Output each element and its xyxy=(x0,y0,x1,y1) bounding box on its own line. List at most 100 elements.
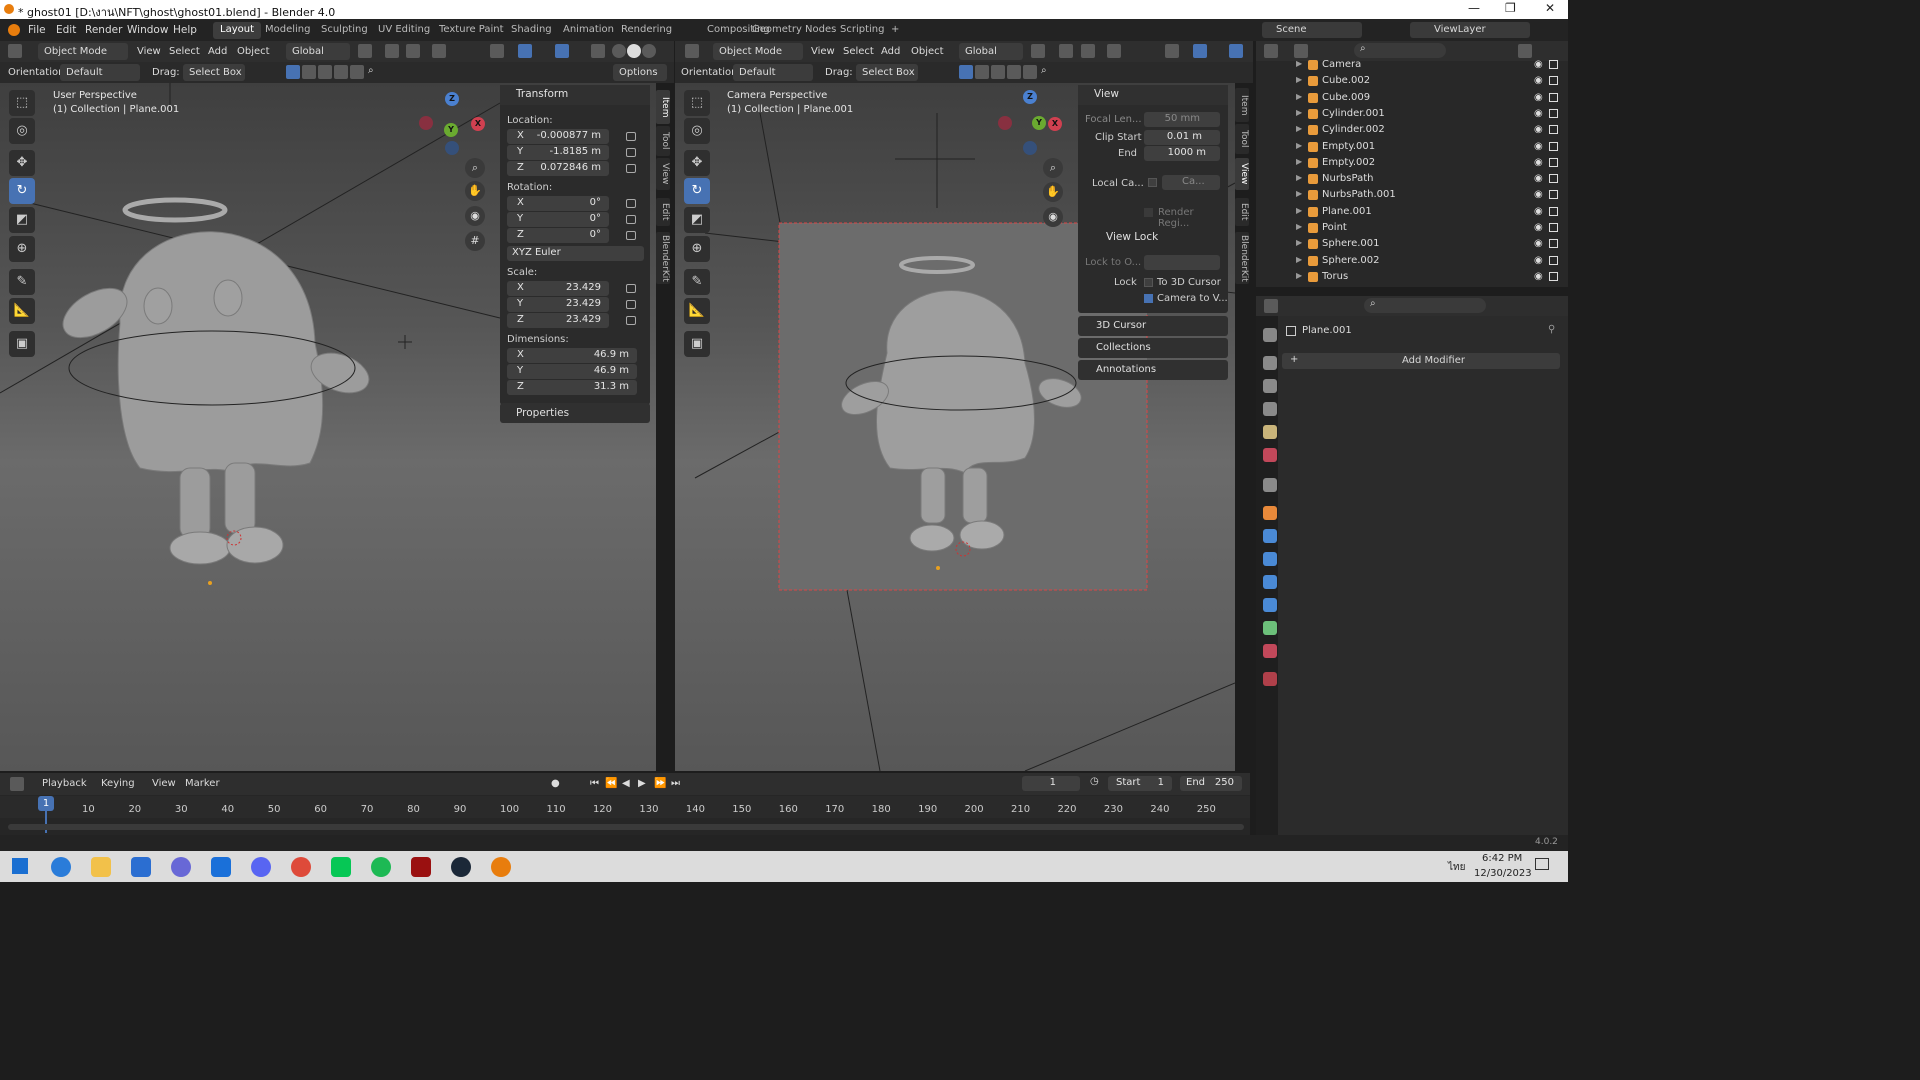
select-mode-intersect-icon[interactable] xyxy=(350,65,364,79)
record-icon[interactable]: ● xyxy=(551,778,560,789)
transform-tool-icon[interactable]: ⊕ xyxy=(9,236,35,262)
select-mode-subtract-icon[interactable] xyxy=(991,65,1005,79)
add-cube-tool-icon[interactable]: ▣ xyxy=(9,331,35,357)
eye-icon[interactable]: ◉ xyxy=(1534,124,1543,135)
eye-icon[interactable]: ◉ xyxy=(1534,255,1543,266)
vp2-menu-add[interactable]: Add xyxy=(881,46,900,57)
eye-icon[interactable]: ◉ xyxy=(1534,157,1543,168)
edge-icon[interactable] xyxy=(51,857,71,877)
constraints-tab-icon[interactable] xyxy=(1263,598,1277,612)
lock-icon[interactable] xyxy=(626,231,636,240)
search-icon[interactable]: ⌕ xyxy=(1041,65,1047,76)
blender-menu-icon[interactable] xyxy=(8,24,20,36)
drag-dropdown[interactable]: Select Box xyxy=(183,64,245,81)
view-panel-header[interactable]: View xyxy=(1078,85,1228,105)
npanel-tab-tool[interactable]: Tool xyxy=(1235,124,1249,154)
lock-icon[interactable] xyxy=(626,164,636,173)
eye-icon[interactable]: ◉ xyxy=(1534,75,1543,86)
eye-icon[interactable]: ◉ xyxy=(1534,59,1543,70)
outliner-row[interactable]: ▶ Empty.002 ◉ xyxy=(1256,156,1558,172)
overlay-toggle-icon[interactable] xyxy=(555,44,569,58)
render-visibility-icon[interactable] xyxy=(1549,255,1558,265)
tab-texture-paint[interactable]: Texture Paint xyxy=(432,22,511,39)
world-tab-icon[interactable] xyxy=(1263,448,1277,462)
lock-icon[interactable] xyxy=(626,215,636,224)
windows-start-icon[interactable] xyxy=(12,858,28,874)
pan-hand-icon[interactable]: ✋ xyxy=(1043,182,1063,202)
tab-geometry-nodes[interactable]: Geometry Nodes xyxy=(745,22,843,39)
outliner-row[interactable]: ▶ Cylinder.001 ◉ xyxy=(1256,107,1558,123)
lock-icon[interactable] xyxy=(626,284,636,293)
location-y-field[interactable]: Y -1.8185 m xyxy=(507,145,609,160)
cursor-tool-icon[interactable]: ◎ xyxy=(684,118,710,144)
output-tab-icon[interactable] xyxy=(1263,379,1277,393)
object-tab-icon[interactable] xyxy=(1263,506,1277,520)
add-cube-tool-icon[interactable]: ▣ xyxy=(684,331,710,357)
options-dropdown[interactable]: Options xyxy=(613,64,667,81)
pin-icon[interactable]: ⚲ xyxy=(1548,324,1555,335)
data-tab-icon[interactable] xyxy=(1263,621,1277,635)
menu-help[interactable]: Help xyxy=(173,24,197,36)
render-visibility-icon[interactable] xyxy=(1549,157,1558,167)
render-visibility-icon[interactable] xyxy=(1549,190,1558,200)
scene-selector[interactable]: Scene xyxy=(1262,22,1362,38)
proportional-edit-icon[interactable] xyxy=(432,44,446,58)
lock-icon[interactable] xyxy=(626,132,636,141)
select-mode-set-icon[interactable] xyxy=(286,65,300,79)
jump-end-icon[interactable]: ⏭ xyxy=(671,778,680,789)
zoom-icon[interactable]: ⌕ xyxy=(1043,158,1063,178)
minimize-button[interactable]: — xyxy=(1468,1,1480,15)
expand-icon[interactable]: ▶ xyxy=(1296,222,1302,231)
outliner-row[interactable]: ▶ Torus ◉ xyxy=(1256,270,1558,286)
keying-menu[interactable]: Keying xyxy=(101,778,135,789)
vp1-menu-view[interactable]: View xyxy=(137,46,161,57)
rotation-mode-dropdown[interactable]: XYZ Euler xyxy=(507,246,644,261)
particles-tab-icon[interactable] xyxy=(1263,552,1277,566)
rotation-z-field[interactable]: Z 0° xyxy=(507,228,609,243)
scale-y-field[interactable]: Y 23.429 xyxy=(507,297,609,312)
outliner-row[interactable]: ▶ Plane.001 ◉ xyxy=(1256,205,1558,221)
language-indicator[interactable]: ไทย xyxy=(1448,860,1465,875)
notification-icon[interactable] xyxy=(1535,858,1549,870)
lock-to-object-field[interactable] xyxy=(1144,255,1220,270)
eye-icon[interactable]: ◉ xyxy=(1534,271,1543,282)
timeline-view-menu[interactable]: View xyxy=(152,778,176,789)
pan-hand-icon[interactable]: ✋ xyxy=(465,181,485,201)
render-region-checkbox[interactable] xyxy=(1144,208,1153,217)
expand-icon[interactable]: ▶ xyxy=(1296,124,1302,133)
prev-keyframe-icon[interactable]: ⏪ xyxy=(605,778,617,789)
eye-icon[interactable]: ◉ xyxy=(1534,222,1543,233)
transform-orientation-dropdown[interactable]: Global xyxy=(959,43,1023,60)
spotify-icon[interactable] xyxy=(371,857,391,877)
jump-start-icon[interactable]: ⏮ xyxy=(590,778,599,789)
annotate-tool-icon[interactable]: ✎ xyxy=(684,269,710,295)
lock-icon[interactable] xyxy=(626,148,636,157)
select-mode-invert-icon[interactable] xyxy=(1007,65,1021,79)
npanel-tab-blenderkit[interactable]: BlenderKit xyxy=(656,232,670,284)
gizmo-z-icon[interactable]: Z xyxy=(445,92,459,106)
local-camera-checkbox[interactable] xyxy=(1148,178,1157,187)
transform-orientation-dropdown[interactable]: Global xyxy=(286,43,350,60)
rotate-tool-icon[interactable]: ↻ xyxy=(684,178,710,204)
cursor-tool-icon[interactable]: ◎ xyxy=(9,118,35,144)
expand-icon[interactable]: ▶ xyxy=(1296,108,1302,117)
npanel-tab-item[interactable]: Item xyxy=(656,90,670,124)
render-visibility-icon[interactable] xyxy=(1549,206,1558,216)
snap-target-icon[interactable] xyxy=(1081,44,1095,58)
location-z-field[interactable]: Z 0.072846 m xyxy=(507,161,609,176)
npanel-tab-item[interactable]: Item xyxy=(1235,88,1249,122)
gizmo-toggle-icon[interactable] xyxy=(518,44,532,58)
outliner-row[interactable]: ▶ Cube.002 ◉ xyxy=(1256,74,1558,90)
expand-icon[interactable]: ▶ xyxy=(1296,157,1302,166)
render-visibility-icon[interactable] xyxy=(1549,108,1558,118)
expand-icon[interactable]: ▶ xyxy=(1296,255,1302,264)
start-frame-field[interactable]: Start 1 xyxy=(1108,776,1172,791)
menu-render[interactable]: Render xyxy=(85,24,122,36)
xray-icon[interactable] xyxy=(591,44,605,58)
close-button[interactable]: ✕ xyxy=(1545,1,1555,15)
select-mode-subtract-icon[interactable] xyxy=(318,65,332,79)
line-icon[interactable] xyxy=(331,857,351,877)
render-visibility-icon[interactable] xyxy=(1549,92,1558,102)
app-icon[interactable] xyxy=(171,857,191,877)
gizmo-x-icon[interactable]: X xyxy=(1048,117,1062,131)
